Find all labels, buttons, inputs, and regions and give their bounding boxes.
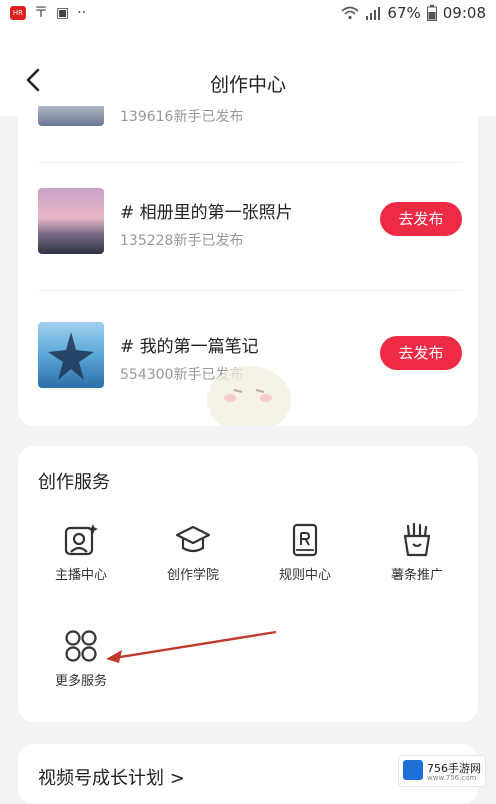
task-thumbnail-starfish [38,322,104,388]
watermark-url: www.756.com [427,774,477,782]
service-streamer-center[interactable]: 主播中心 [26,522,136,583]
task-row[interactable]: 139616新手已发布 [38,106,462,132]
publish-button[interactable]: 去发布 [380,336,462,370]
task-subtitle: 135228新手已发布 [120,233,244,249]
service-label: 主播中心 [54,568,107,583]
image-notification-icon: ▣ [56,5,70,21]
mascot-watermark-icon [207,366,291,426]
battery-icon [426,5,437,21]
battery-level: 67% [387,4,421,22]
task-row[interactable]: # 相册里的第一张照片 135228新手已发布 去发布 [38,188,462,260]
task-subtitle: 139616新手已发布 [120,109,244,125]
service-creator-academy[interactable]: 创作学院 [138,522,248,583]
service-label: 规则中心 [278,568,331,583]
growth-plan-link[interactable]: 视频号成长计划 > [38,764,185,790]
publish-button[interactable]: 去发布 [380,202,462,236]
status-bar: HR 〒 ▣ ·· 67% 09:08 [0,0,496,30]
status-bar-right: 67% 09:08 [341,4,486,22]
task-card: 139616新手已发布 # 相册里的第一张照片 135228新手已发布 去发布 … [18,106,478,426]
status-bar-left: HR 〒 ▣ ·· [10,6,86,20]
section-title: 创作服务 [38,472,110,493]
annotation-arrow-icon [106,630,277,663]
app-notification-icon: HR [10,6,26,20]
service-label: 更多服务 [54,674,107,689]
more-grid-icon [65,630,97,662]
notification-icon: 〒 [34,5,48,21]
site-logo-icon [403,760,423,780]
streamer-icon [64,524,98,556]
service-label: 薯条推广 [390,568,443,583]
service-rule-center[interactable]: 规则中心 [250,522,360,583]
app-header: 创作中心 [0,30,496,116]
signal-icon [366,7,381,20]
fries-icon [403,522,431,557]
task-thumbnail [38,106,104,126]
clock: 09:08 [442,4,486,22]
service-label: 创作学院 [166,568,219,583]
more-notifications-icon: ·· [77,5,87,21]
service-fries-promotion[interactable]: 薯条推广 [362,522,472,583]
starfish-icon [48,332,94,380]
services-card: 创作服务 主播中心 创作学院 规则中心 薯条推广 更多服务 [18,446,478,722]
divider [38,162,462,163]
graduation-cap-icon [175,525,211,553]
task-title: # 相册里的第一张照片 [120,203,293,223]
divider [38,290,462,291]
page-title: 创作中心 [209,74,286,96]
wifi-icon [341,6,359,20]
site-watermark: 756手游网 www.756.com [398,755,486,787]
rule-book-icon [292,523,318,557]
task-thumbnail-sunset [38,188,104,254]
